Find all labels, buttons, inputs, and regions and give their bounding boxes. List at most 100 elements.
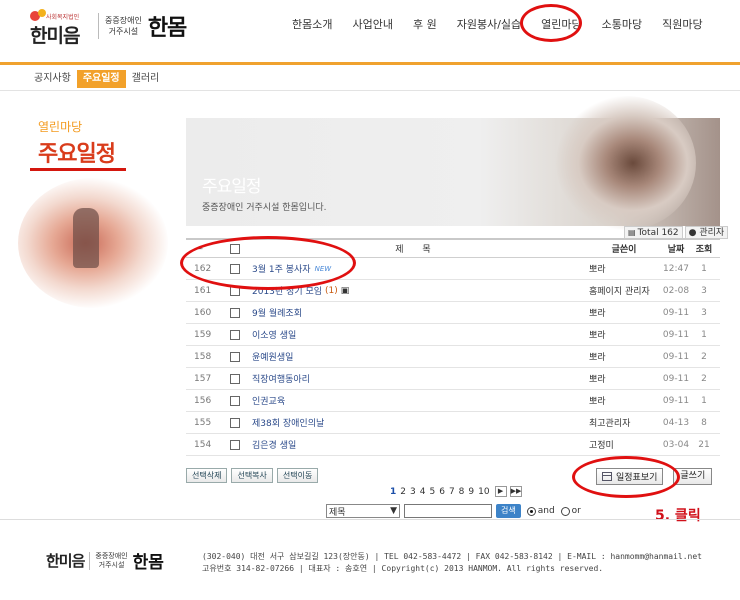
row-hits: 1: [701, 263, 707, 274]
next-page-icon[interactable]: ▶: [494, 486, 507, 497]
row-subject-link[interactable]: 김은경 생일: [252, 438, 296, 451]
row-checkbox[interactable]: [230, 280, 242, 301]
tab-notice[interactable]: 공지사항: [28, 70, 77, 88]
logo-text: 한미음: [30, 25, 80, 47]
last-page-icon[interactable]: ▶▶: [509, 486, 522, 497]
row-subject-link[interactable]: 직장여행동아리: [252, 372, 310, 385]
row-number: 157: [194, 373, 212, 384]
table-row[interactable]: 154 김은경 생일 고정미 03-04 21: [186, 434, 720, 456]
comment-count[interactable]: (1): [325, 286, 338, 296]
schedule-view-button[interactable]: 일정표보기: [596, 468, 664, 485]
footer-info: (302-040) 대전 서구 삼보길길 123(장안동) | TEL 042-…: [202, 551, 702, 575]
row-checkbox[interactable]: [230, 324, 242, 345]
page-link[interactable]: 7: [449, 487, 455, 497]
row-date: 09-11: [662, 307, 690, 318]
row-checkbox[interactable]: [230, 368, 242, 389]
select-all-checkbox[interactable]: [230, 240, 242, 257]
row-hits: 1: [701, 395, 707, 406]
row-subject-link[interactable]: 3월 1주 봉사자: [252, 262, 311, 275]
page-link[interactable]: 2: [400, 487, 406, 497]
search-button[interactable]: 검색: [496, 504, 521, 518]
table-row[interactable]: 155 제38회 장애인의날 최고관리자 04-13 8: [186, 412, 720, 434]
chevron-down-icon: ▼: [390, 506, 397, 516]
nav-item-about[interactable]: 한몸소개: [282, 14, 342, 36]
page-link[interactable]: 8: [459, 487, 465, 497]
page-link[interactable]: 4: [420, 487, 426, 497]
sub-nav: 공지사항 주요일정 갤러리: [28, 70, 165, 88]
logo[interactable]: 사회복지법인 한미음 중증장애인 거주시설 한몸: [30, 6, 187, 47]
row-subject-link[interactable]: 인권교육: [252, 394, 285, 407]
page-link[interactable]: 1: [390, 487, 396, 497]
table-row[interactable]: 162 3월 1주 봉사자 NEW 뽀라 12:47 1: [186, 258, 720, 280]
table-row[interactable]: 158 윤예원생일 뽀라 09-11 2: [186, 346, 720, 368]
header-num: —: [194, 243, 203, 254]
page-link[interactable]: 6: [439, 487, 445, 497]
banner-description: 중증장애인 거주시설 한몸입니다.: [202, 203, 327, 213]
footer-logo: 한미음 중증장애인 거주시설 한몸: [46, 551, 164, 573]
row-writer[interactable]: 뽀라: [589, 390, 659, 411]
nav-item-volunteer[interactable]: 자원봉사/실습: [447, 14, 531, 36]
row-subject-link[interactable]: 제38회 장애인의날: [252, 416, 324, 429]
nav-item-open-board[interactable]: 열린마당: [531, 14, 591, 36]
row-writer[interactable]: 뽀라: [589, 302, 659, 323]
file-icon: ▣: [340, 285, 350, 296]
tab-schedule[interactable]: 주요일정: [76, 70, 126, 88]
row-subject-link[interactable]: 2013년 정기 모임: [252, 284, 322, 297]
select-delete-button[interactable]: 선택삭제: [186, 468, 228, 483]
board-actions: 일정표보기 글쓰기: [596, 468, 713, 485]
footer-address: (302-040) 대전 서구 삼보길길 123(장안동) | TEL 042-…: [202, 552, 702, 561]
table-row[interactable]: 157 직장여행동아리 뽀라 09-11 2: [186, 368, 720, 390]
row-number: 158: [194, 351, 212, 362]
nav-item-staff[interactable]: 직원마당: [652, 14, 712, 36]
side-title-underline: [30, 168, 126, 171]
row-hits: 21: [698, 439, 710, 450]
header-writer: 글쓴이: [611, 245, 637, 255]
select-copy-button[interactable]: 선택복사: [231, 468, 273, 483]
page-link[interactable]: 5: [429, 487, 435, 497]
search-input[interactable]: [404, 504, 492, 518]
nav-item-support[interactable]: 후 원: [403, 14, 447, 36]
table-row[interactable]: 160 9월 월례조회 뽀라 09-11 3: [186, 302, 720, 324]
tab-gallery[interactable]: 갤러리: [126, 70, 166, 88]
header-hits: 조회: [695, 245, 713, 255]
annotation-text: 5. 클릭: [655, 508, 701, 524]
row-number: 154: [194, 439, 212, 450]
page-link[interactable]: 3: [410, 487, 416, 497]
row-subject-link[interactable]: 이소영 생일: [252, 328, 296, 341]
select-move-button[interactable]: 선택이동: [276, 468, 319, 483]
row-writer[interactable]: 고정미: [589, 434, 659, 455]
row-writer[interactable]: 최고관리자: [589, 412, 659, 433]
row-subject-link[interactable]: 9월 월례조회: [252, 306, 302, 319]
row-date: 09-11: [662, 373, 690, 384]
table-row[interactable]: 161 2013년 정기 모임 (1) ▣ 홈페이지 관리자 02-08 3: [186, 280, 720, 302]
radio-and[interactable]: and: [526, 506, 555, 516]
row-writer[interactable]: 뽀라: [589, 324, 659, 345]
row-subject-link[interactable]: 윤예원생일: [252, 350, 293, 363]
table-row[interactable]: 159 이소영 생일 뽀라 09-11 1: [186, 324, 720, 346]
side-title: 주요일정: [38, 142, 116, 167]
row-writer[interactable]: 홈페이지 관리자: [589, 280, 659, 301]
table-header: — 제 목 글쓴이 날짜 조회: [186, 238, 720, 258]
row-writer[interactable]: 뽀라: [589, 258, 659, 279]
radio-or[interactable]: or: [560, 506, 581, 516]
footer-copyright: 고유번호 314-82-07266 | 대표자 : 송호연 | Copyrigh…: [202, 564, 604, 573]
row-writer[interactable]: 뽀라: [589, 368, 659, 389]
page-link[interactable]: 10: [478, 487, 489, 497]
page-banner: 주요일정 중증장애인 거주시설 한몸입니다.: [186, 96, 720, 230]
row-checkbox[interactable]: [230, 346, 242, 367]
row-checkbox[interactable]: [230, 412, 242, 433]
row-checkbox[interactable]: [230, 434, 242, 455]
row-checkbox[interactable]: [230, 258, 242, 279]
row-checkbox[interactable]: [230, 302, 242, 323]
logo-small-text: 사회복지법인: [46, 14, 80, 21]
row-writer[interactable]: 뽀라: [589, 346, 659, 367]
search-field-select[interactable]: 제목 ▼: [326, 504, 400, 518]
nav-item-business[interactable]: 사업안내: [342, 14, 402, 36]
write-button[interactable]: 글쓰기: [673, 468, 713, 485]
table-row[interactable]: 156 인권교육 뽀라 09-11 1: [186, 390, 720, 412]
row-date: 09-11: [662, 329, 690, 340]
nav-item-communication[interactable]: 소통마당: [592, 14, 652, 36]
page-link[interactable]: 9: [468, 487, 474, 497]
row-checkbox[interactable]: [230, 390, 242, 411]
board-table: — 제 목 글쓴이 날짜 조회 162 3월 1주 봉사자 NEW 뽀라 12:47 1 1…: [186, 238, 720, 456]
